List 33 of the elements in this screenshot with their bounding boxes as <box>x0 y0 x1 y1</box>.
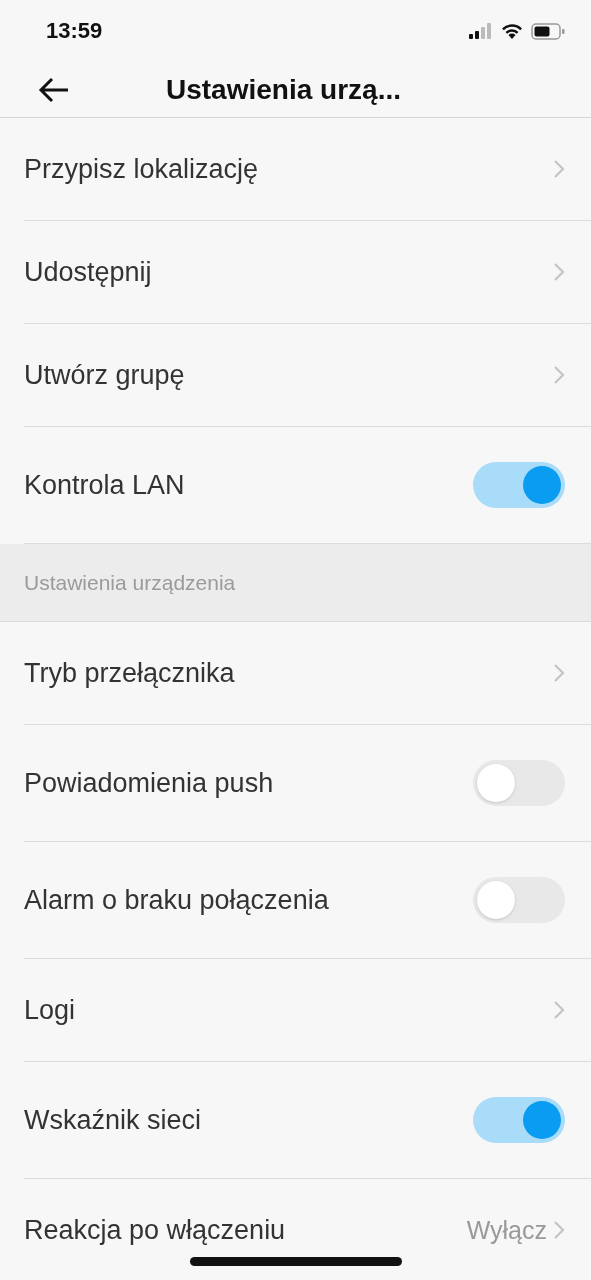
row-label: Udostępnij <box>24 256 153 288</box>
chevron-icon <box>553 663 565 683</box>
settings-row[interactable]: Udostępnij <box>24 221 591 324</box>
toggle-switch[interactable] <box>473 462 565 508</box>
settings-row[interactable]: Utwórz grupę <box>24 324 591 427</box>
row-label: Alarm o braku połączenia <box>24 884 330 916</box>
row-value: Wyłącz <box>466 1215 547 1245</box>
settings-row[interactable]: Logi <box>24 959 591 1062</box>
chevron-icon <box>553 1000 565 1020</box>
chevron-icon <box>553 262 565 282</box>
row-label: Utwórz grupę <box>24 359 186 391</box>
settings-row[interactable]: Przypisz lokalizację <box>24 118 591 221</box>
row-label: Tryb przełącznika <box>24 657 236 689</box>
back-arrow-icon[interactable] <box>38 75 70 104</box>
wifi-icon <box>501 23 523 39</box>
toggle-switch[interactable] <box>473 1097 565 1143</box>
row-label: Wskaźnik sieci <box>24 1104 203 1136</box>
row-label: Kontrola LAN <box>24 469 186 501</box>
row-label: Logi <box>24 994 77 1026</box>
battery-icon <box>531 22 565 40</box>
chevron-icon <box>553 159 565 179</box>
row-label: Przypisz lokalizację <box>24 153 260 185</box>
chevron-icon <box>553 365 565 385</box>
row-label: Powiadomienia push <box>24 767 275 799</box>
page-title: Ustawienia urzą... <box>166 73 401 106</box>
settings-row[interactable]: Tryb przełącznika <box>24 622 591 725</box>
status-time: 13:59 <box>46 18 103 44</box>
row-label: Reakcja po włączeniu <box>24 1214 287 1246</box>
section-title: Ustawienia urządzenia <box>24 570 236 595</box>
signal-icon <box>469 23 493 39</box>
chevron-icon <box>553 1220 565 1240</box>
toggle-switch[interactable] <box>473 877 565 923</box>
toggle-switch[interactable] <box>473 760 565 806</box>
